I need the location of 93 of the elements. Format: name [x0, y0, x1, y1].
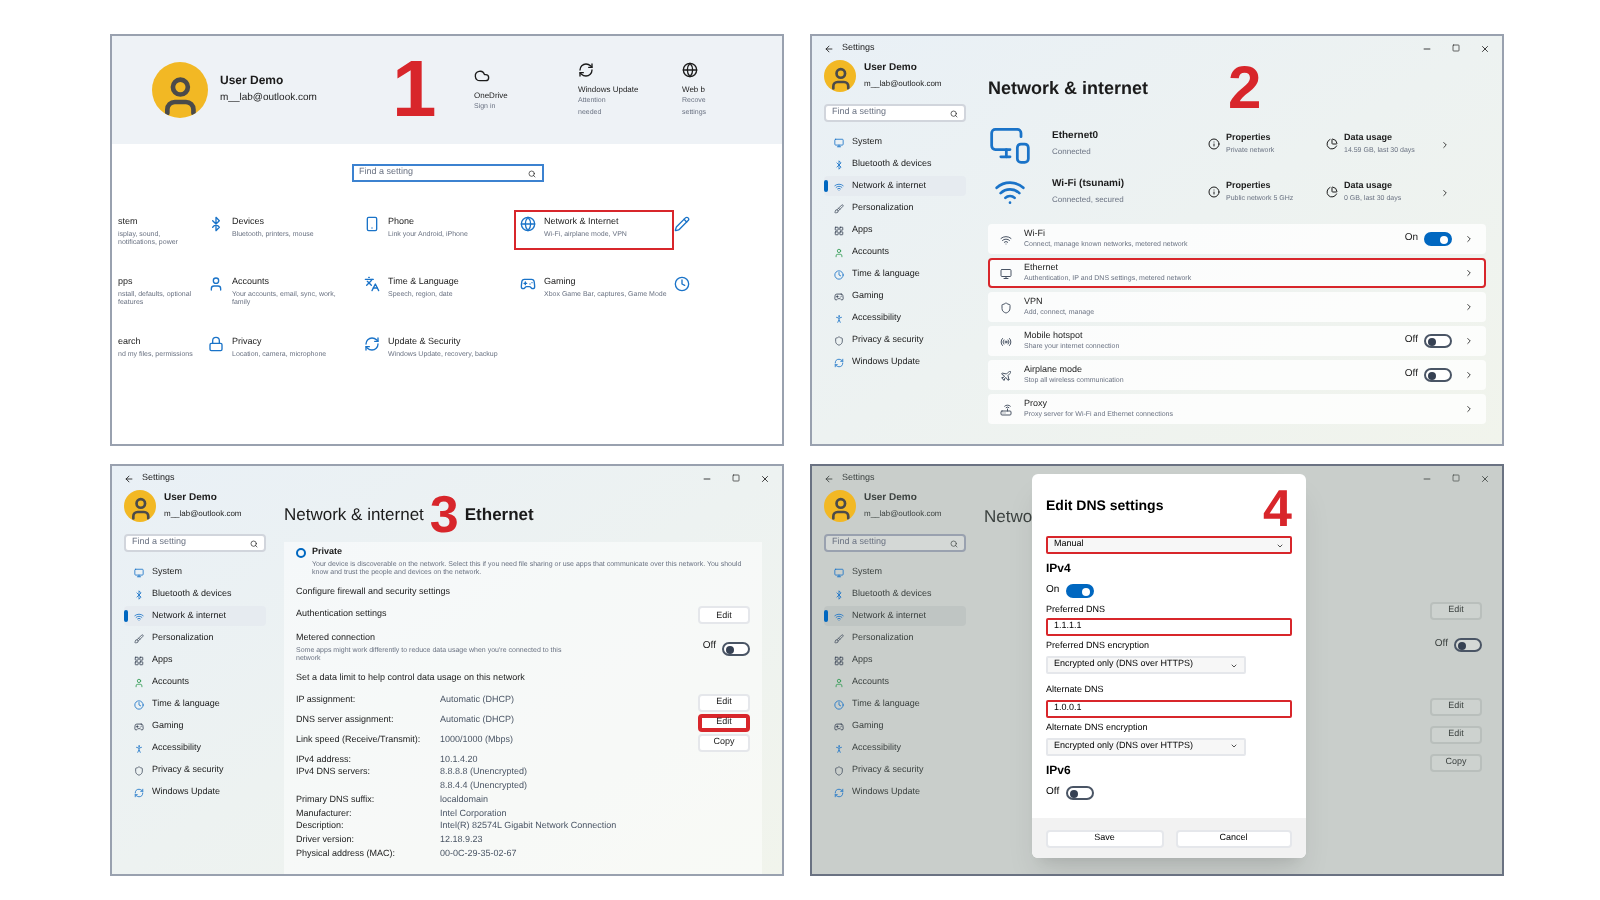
- chevron-icon: [1464, 370, 1474, 380]
- chevron-icon: [1464, 336, 1474, 346]
- bluetooth-icon: [834, 589, 844, 599]
- shield-icon: [834, 765, 844, 775]
- update-icon: [578, 62, 594, 79]
- bluetooth-icon: [834, 159, 844, 169]
- gamepad-icon: [134, 721, 144, 731]
- chevron-icon: [1464, 302, 1474, 312]
- minimize-icon[interactable]: [702, 473, 712, 483]
- avatar-icon: [824, 60, 856, 92]
- step-number: 3: [429, 488, 459, 540]
- wifi-icon: [134, 611, 144, 621]
- chevron-icon: [1440, 187, 1450, 197]
- step-number: 1: [392, 50, 437, 130]
- toggle-switch[interactable]: [1065, 785, 1094, 800]
- chevron-icon: [1440, 139, 1450, 149]
- toggle-switch[interactable]: [1424, 368, 1452, 382]
- minimize-icon[interactable]: [1422, 43, 1432, 53]
- page-subheading: Ethernet: [464, 501, 534, 527]
- radio-button[interactable]: [296, 547, 306, 558]
- wifi-icon: [994, 176, 1026, 208]
- accessibility-icon: [834, 313, 844, 323]
- wifi-icon: [1000, 233, 1012, 245]
- globe-icon: [520, 216, 536, 232]
- toggle-switch[interactable]: [722, 641, 750, 655]
- hotspot-icon: [1000, 335, 1012, 347]
- clock-icon: [834, 699, 844, 709]
- bluetooth-icon: [134, 589, 144, 599]
- back-icon[interactable]: [124, 473, 134, 483]
- update-icon: [834, 787, 844, 797]
- brush-icon: [834, 633, 844, 643]
- update-icon: [834, 357, 844, 367]
- brush-icon: [134, 633, 144, 643]
- language-icon: [364, 276, 380, 292]
- avatar-icon: [124, 490, 156, 522]
- chevron-icon: [1464, 404, 1474, 414]
- page-heading: Network & internet: [988, 76, 1149, 103]
- apps-icon: [834, 655, 844, 665]
- accessibility-icon: [134, 743, 144, 753]
- shield-icon: [834, 335, 844, 345]
- person-icon: [208, 276, 224, 292]
- person-icon: [834, 677, 844, 687]
- gamepad-icon: [834, 291, 844, 301]
- gamepad-icon: [520, 276, 536, 292]
- data-usage-icon: [1326, 138, 1338, 150]
- page-heading: Network & internet: [284, 501, 424, 527]
- gamepad-icon: [834, 721, 844, 731]
- person-icon: [834, 247, 844, 257]
- search-icon: [950, 539, 958, 547]
- refresh-icon: [364, 336, 380, 352]
- brush-icon: [834, 203, 844, 213]
- clock-icon: [134, 699, 144, 709]
- shield-icon: [134, 765, 144, 775]
- step-number: 4: [1263, 482, 1292, 534]
- update-icon: [134, 787, 144, 797]
- maximize-icon[interactable]: [1452, 44, 1460, 52]
- search-icon: [250, 539, 258, 547]
- toggle-switch[interactable]: [1065, 584, 1094, 599]
- chevron-icon: [1464, 268, 1474, 278]
- wifi-icon: [834, 181, 844, 191]
- person-icon: [134, 677, 144, 687]
- toggle-switch[interactable]: [1424, 334, 1452, 348]
- back-icon[interactable]: [824, 473, 834, 483]
- monitor-icon: [834, 567, 844, 577]
- globe-icon: [682, 62, 698, 79]
- monitor-icon: [134, 567, 144, 577]
- avatar-icon: [824, 490, 856, 522]
- search-icon: [527, 169, 535, 177]
- info-icon: [1208, 138, 1220, 150]
- apps-icon: [134, 655, 144, 665]
- ethernet-monitor-icon: [988, 122, 1032, 166]
- toggle-switch[interactable]: [1454, 638, 1482, 653]
- phone-icon: [364, 216, 380, 232]
- info-icon: [1208, 186, 1220, 198]
- toggle-switch[interactable]: [1424, 232, 1452, 246]
- clock-icon: [834, 269, 844, 279]
- wifi-icon: [834, 611, 844, 621]
- clock-icon: [674, 276, 690, 292]
- pen-tablet-icon: [674, 216, 690, 232]
- back-icon[interactable]: [824, 43, 834, 53]
- lock-icon: [208, 336, 224, 352]
- search-icon: [950, 109, 958, 117]
- airplane-icon: [1000, 369, 1012, 381]
- apps-icon: [834, 225, 844, 235]
- data-usage-icon: [1326, 186, 1338, 198]
- avatar-icon: [152, 62, 208, 118]
- page-heading: Netwo: [984, 506, 1033, 526]
- monitor-icon: [834, 137, 844, 147]
- chevron-icon: [1464, 234, 1474, 244]
- maximize-icon[interactable]: [732, 474, 740, 482]
- cloud-icon: [474, 67, 490, 84]
- accessibility-icon: [834, 743, 844, 753]
- step-number: 2: [1228, 60, 1262, 120]
